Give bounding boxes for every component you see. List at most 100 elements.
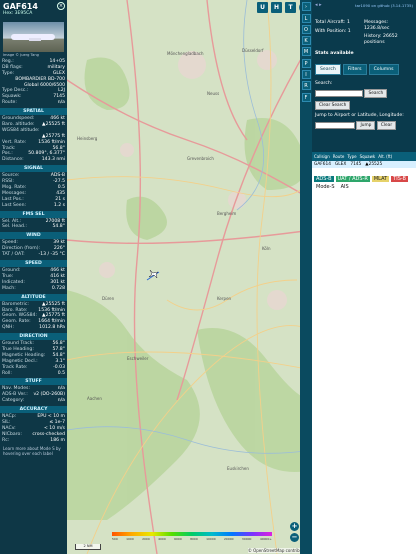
tag-ais: AIS [340, 184, 349, 190]
tab-filters[interactable]: Filters [342, 64, 367, 75]
altitude-legend-label: 1000 [126, 537, 134, 541]
speed-list: Ground: 466 kt True: 416 kt Indicated: 301 kt… [0, 268, 67, 292]
section-accuracy[interactable]: ACCURACY [0, 406, 67, 414]
fms-row: Sel. Head.: 54.8° [2, 224, 65, 230]
map-button-h[interactable]: H [271, 2, 282, 13]
map-canvas[interactable]: Mönchengladbach Düsseldorf Neuss Grevenbroi… [67, 0, 312, 554]
place-label: Kerpen [217, 296, 232, 301]
signal-row: Last Seen: 1.2 s [2, 203, 65, 209]
toolbar-button-k[interactable]: K [301, 36, 311, 46]
tag-uat-adsr: UAT / ADS-R [335, 176, 370, 182]
close-icon[interactable]: × [57, 2, 65, 10]
place-label: Neuss [207, 91, 219, 96]
place-label: Düren [102, 296, 115, 301]
altitude-legend-label: 6000 [174, 537, 182, 541]
direction-key: Roll: [2, 370, 12, 376]
spatial-value: ▲25525 ft [42, 122, 65, 128]
map-button-t[interactable]: T [285, 2, 296, 13]
direction-row: Roll: 0.5 [2, 371, 65, 377]
map-button-u[interactable]: U [257, 2, 268, 13]
wind-row: TAT / OAT: -13 / -35 °C [2, 252, 65, 258]
jump-input[interactable] [315, 122, 355, 129]
toolbar-button-f[interactable]: F [301, 92, 311, 102]
accuracy-value: 186 m [50, 437, 65, 443]
toolbar-button-o[interactable]: O [301, 24, 311, 34]
jump-label: Jump to Airport or Latitude, Longitude: [315, 113, 404, 118]
section-spatial[interactable]: SPATIAL [0, 108, 67, 116]
altitude-legend-label: 20000 [224, 537, 234, 541]
table-cell: ▲25525 [365, 162, 383, 167]
hex-code: Hex: 3E95CA [3, 11, 33, 16]
toolbar-button-l[interactable]: L [301, 13, 311, 23]
section-stuff[interactable]: STUFF [0, 378, 67, 386]
place-label: Aachen [87, 396, 102, 401]
section-direction[interactable]: DIRECTION [0, 333, 67, 341]
collapse-arrow-button[interactable]: › [301, 2, 311, 12]
wind-key: TAT / OAT: [2, 252, 25, 258]
column-header[interactable]: Alt. (ft) [378, 154, 392, 159]
toolbar-button-m[interactable]: M [301, 47, 311, 57]
spatial-value: 143.3 nmi [41, 157, 65, 163]
info-header: GAF614 Hex: 3E95CA × [0, 0, 67, 22]
stats-available-link[interactable]: Stats available [315, 51, 413, 56]
section-wind[interactable]: WIND [0, 232, 67, 240]
right-panel-header: ◂ ▸ tar1090 on github (3.14.1735) Total … [312, 0, 416, 152]
detail-value: n/a [57, 100, 65, 106]
aircraft-table-header: Callsign Route Type Squawk Alt. (ft) [312, 152, 416, 161]
search-input[interactable] [315, 90, 363, 97]
callsign: GAF614 [3, 2, 38, 11]
section-fms[interactable]: FMS SEL [0, 210, 67, 218]
search-button[interactable]: Search [364, 89, 388, 98]
tab-columns[interactable]: Columns [368, 64, 399, 75]
search-block: Search: Search Clear Search Jump to Airp… [315, 81, 413, 130]
history-count: History: 26652 positions [364, 34, 398, 45]
speed-key: Mach: [2, 285, 16, 291]
tab-search[interactable]: Search [315, 64, 341, 75]
clear-jump-button[interactable]: Clear [376, 121, 397, 130]
place-label: Düsseldorf [242, 48, 264, 53]
section-signal[interactable]: SIGNAL [0, 165, 67, 173]
jump-button[interactable]: Jump [356, 121, 376, 130]
aircraft-photo[interactable] [3, 22, 64, 52]
column-header[interactable]: Squawk [360, 154, 376, 159]
wind-list: Speed: 39 kt Direction (from): 226° TAT / OA… [0, 240, 67, 258]
altitude-legend-label: 40000+ [259, 537, 272, 541]
toolbar-button-r[interactable]: R [301, 81, 311, 91]
zoom-in-button[interactable]: + [290, 522, 299, 531]
speed-row: Mach: 0.728 [2, 286, 65, 292]
map-view[interactable]: Mönchengladbach Düsseldorf Neuss Grevenbroi… [67, 0, 312, 554]
fms-list: Sel. Alt.: 27008 ft Sel. Head.: 54.8° [0, 219, 67, 231]
fms-value: 54.8° [52, 224, 65, 230]
detail-row: Route: n/a [2, 100, 65, 106]
place-label: Grevenbroich [187, 156, 214, 161]
column-header[interactable]: Type [347, 154, 356, 159]
direction-list: Ground Track: 56.8° True Heading: 57.8° Magn… [0, 341, 67, 376]
altitude-legend-labels: 500 1000 2000 4000 6000 8000 10000 20000 30000 40… [112, 537, 272, 541]
signal-key: Last Seen: [2, 202, 27, 208]
right-panel: ◂ ▸ tar1090 on github (3.14.1735) Total … [312, 0, 416, 554]
speed-value: 0.728 [51, 285, 65, 291]
toolbar-button-i[interactable]: I [301, 70, 311, 80]
section-altitude[interactable]: ALTITUDE [0, 293, 67, 301]
source-legend: ADS-B UAT / ADS-R MLAT TIS-B Mode-S AIS [312, 176, 416, 190]
table-row[interactable]: GAF614 GLEX 7145 ▲25525 [312, 161, 416, 168]
signal-value: 1.2 s [53, 202, 65, 208]
column-header[interactable]: Route [333, 154, 345, 159]
detail-key: Route: [2, 100, 17, 106]
altitude-legend-label: 10000 [206, 537, 216, 541]
altitude-legend-label: 8000 [190, 537, 198, 541]
column-header[interactable]: Callsign [314, 154, 330, 159]
section-speed[interactable]: SPEED [0, 260, 67, 268]
layer-toolbar: › L O K M P I R F [300, 0, 312, 554]
panel-tabs: Search Filters Columns [315, 64, 413, 75]
table-cell: GLEX [334, 162, 347, 167]
zoom-out-button[interactable]: − [290, 533, 299, 542]
stats-block: Total Aircraft: 1 With Position: 1 Messa… [315, 20, 413, 45]
scale-bar: 2 NM [75, 544, 101, 550]
tag-adsb: ADS-B [314, 176, 334, 182]
clear-search-button[interactable]: Clear Search [315, 101, 351, 110]
place-label: Köln [262, 246, 271, 251]
toolbar-button-p[interactable]: P [301, 58, 311, 68]
accuracy-list: NACp: EPU < 10 m SIL: ≤ 1e-7 NACv: < 10 m/s NI… [0, 414, 67, 443]
version-link[interactable]: tar1090 on github (3.14.1735) [355, 3, 413, 8]
